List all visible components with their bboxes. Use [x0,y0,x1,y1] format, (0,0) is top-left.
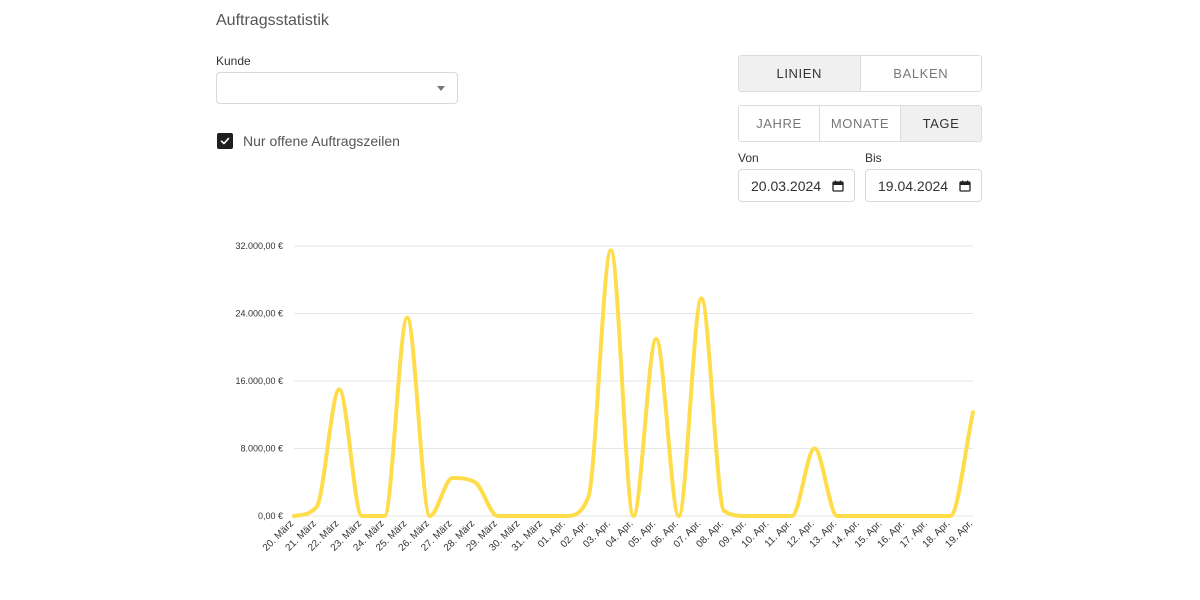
y-tick-label: 8.000,00 € [240,444,283,454]
y-tick-label: 32.000,00 € [235,241,283,251]
y-tick-label: 24.000,00 € [235,309,283,319]
y-tick-label: 0,00 € [258,511,283,521]
series-line [292,248,975,518]
y-tick-label: 16.000,00 € [235,376,283,386]
orders-line-chart: 0,00 € 8.000,00 € 16.000,00 € 24.000,00 € 32… [235,241,975,554]
